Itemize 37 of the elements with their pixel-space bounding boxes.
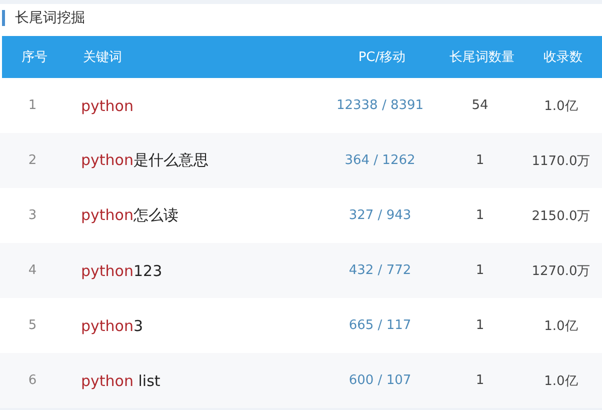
index-cell-text: 4	[27, 263, 38, 278]
longtail-count-cell-text: 54	[470, 98, 490, 113]
column-header: PC/移动	[357, 49, 407, 66]
column-header: 关键词	[82, 49, 123, 66]
longtail-count-cell-text: 1	[474, 373, 486, 388]
pc-mobile-cell-text: 600 / 107	[348, 373, 412, 388]
indexed-count-cell-text: 1.0亿	[543, 98, 579, 114]
pc-mobile-cell-text: 12338 / 8391	[335, 98, 425, 113]
title-accent-bar	[2, 10, 5, 26]
keyword-link[interactable]: python怎么读	[65, 206, 320, 225]
keyword-link[interactable]: python	[65, 96, 320, 114]
index-cell-text: 1	[27, 98, 38, 113]
index-cell-text: 3	[27, 208, 38, 223]
keyword-link[interactable]: python是什么意思	[65, 151, 320, 170]
keyword-link[interactable]: python3	[65, 316, 320, 334]
index-cell-text: 2	[27, 153, 38, 168]
pc-mobile-cell-text: 364 / 1262	[344, 153, 416, 168]
longtail-count-cell-text: 1	[474, 318, 486, 333]
indexed-count-cell-text: 1.0亿	[543, 372, 579, 390]
indexed-count-cell-text: 2150.0万	[530, 208, 592, 224]
column-header: 收录数	[542, 49, 584, 66]
pc-mobile-cell-text: 665 / 117	[348, 318, 412, 333]
column-header: 序号	[20, 49, 48, 66]
indexed-count-cell-text: 1270.0万	[530, 262, 592, 280]
pc-mobile-cell-text: 432 / 772	[348, 263, 412, 278]
column-header: 长尾词数量	[448, 49, 516, 66]
index-cell-text: 6	[27, 373, 38, 388]
longtail-count-cell-text: 1	[474, 263, 486, 278]
indexed-count-cell-text: 1.0亿	[543, 318, 579, 334]
index-cell-text: 5	[27, 318, 38, 333]
indexed-count-cell-text: 1170.0万	[530, 152, 592, 170]
pc-mobile-cell-text: 327 / 943	[348, 208, 412, 223]
longtail-count-cell-text: 1	[474, 153, 486, 168]
longtail-count-cell-text: 1	[474, 208, 486, 223]
keyword-link[interactable]: python123	[65, 262, 320, 280]
section-title: 长尾词挖掘	[15, 9, 85, 27]
keyword-link[interactable]: python list	[65, 372, 320, 390]
